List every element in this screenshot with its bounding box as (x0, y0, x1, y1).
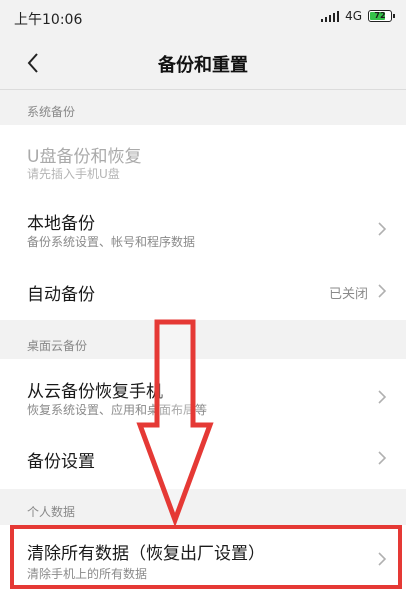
usb-backup-subtitle: 请先插入手机U盘 (27, 167, 120, 181)
auto-backup-status: 已关闭 (328, 287, 368, 302)
network-type: 4G (345, 9, 362, 23)
chevron-right-icon (378, 284, 387, 298)
status-indicators: 4G 72 (320, 9, 395, 23)
battery-icon: 72 (368, 10, 395, 22)
auto-backup-row[interactable]: 自动备份 已关闭 (0, 263, 406, 320)
backup-settings-title: 备份设置 (27, 452, 95, 472)
cloud-restore-subtitle: 恢复系统设置、应用和桌面布局等 (27, 403, 208, 417)
chevron-right-icon (378, 451, 387, 465)
cloud-restore-title: 从云备份恢复手机 (27, 382, 163, 402)
title-bar: 备份和重置 (0, 36, 406, 90)
battery-level: 72 (374, 11, 386, 20)
page-title: 备份和重置 (158, 55, 248, 76)
status-time: 上午10:06 (14, 12, 83, 28)
local-backup-title: 本地备份 (27, 214, 95, 234)
highlight-box (10, 525, 402, 589)
cloud-restore-row[interactable]: 从云备份恢复手机 恢复系统设置、应用和桌面布局等 (0, 359, 406, 431)
chevron-right-icon (378, 222, 387, 236)
local-backup-row[interactable]: 本地备份 备份系统设置、帐号和程序数据 (0, 191, 406, 263)
auto-backup-title: 自动备份 (27, 285, 95, 305)
status-bar: 上午10:06 4G 72 (0, 0, 406, 36)
section-header-cloud-backup: 桌面云备份 (27, 339, 88, 353)
usb-backup-title: U盘备份和恢复 (27, 147, 142, 167)
backup-settings-row[interactable]: 备份设置 (0, 431, 406, 489)
section-header-system-backup: 系统备份 (27, 105, 76, 119)
local-backup-subtitle: 备份系统设置、帐号和程序数据 (27, 235, 196, 249)
signal-icon (320, 10, 340, 22)
chevron-right-icon (378, 390, 387, 404)
usb-backup-row: U盘备份和恢复 请先插入手机U盘 (0, 125, 406, 191)
section-header-personal-data: 个人数据 (27, 505, 76, 519)
